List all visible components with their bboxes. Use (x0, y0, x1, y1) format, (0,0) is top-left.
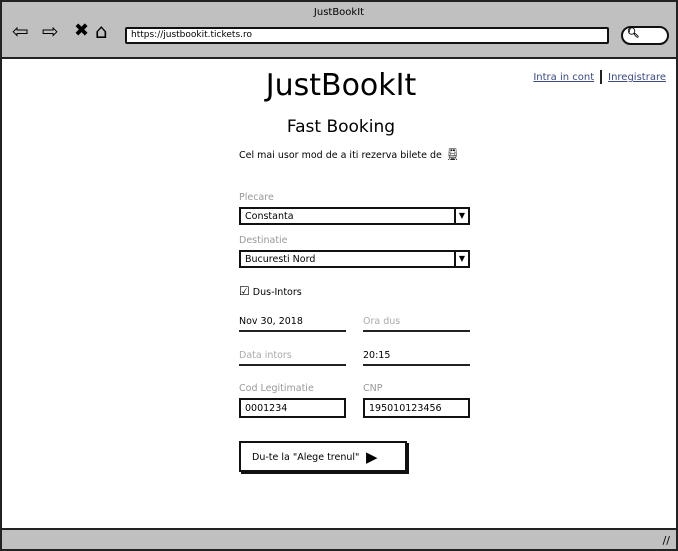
browser-toolbar: JustBookIt ⇦ ⇨ ✖ ⌂ https://justbookit.ti… (2, 2, 676, 59)
forward-icon[interactable]: ⇨ (42, 20, 59, 42)
chevron-down-icon[interactable]: ▼ (454, 252, 468, 266)
subtitle: Cel mai usor mod de a iti rezerva bilete… (239, 147, 460, 161)
departure-label: Plecare (239, 192, 274, 203)
round-trip-label: Dus-Intors (252, 287, 302, 298)
play-arrow-icon: ▶ (366, 448, 378, 466)
checkbox-checked-icon[interactable]: ☑ (239, 284, 250, 298)
round-trip-checkbox[interactable]: ☑ Dus-Intors (239, 284, 302, 298)
departure-time-input[interactable]: Ora dus (363, 316, 470, 332)
home-icon[interactable]: ⌂ (95, 20, 108, 42)
divider (600, 70, 603, 84)
departure-select[interactable]: Constanta ▼ (239, 207, 470, 225)
return-date-input[interactable]: Data intors (239, 350, 346, 366)
id-code-input[interactable]: 0001234 (239, 398, 346, 418)
browser-window: JustBookIt ⇦ ⇨ ✖ ⌂ https://justbookit.ti… (0, 0, 678, 551)
login-link[interactable]: Intra in cont (533, 72, 594, 83)
register-link[interactable]: Inregistrare (608, 72, 666, 83)
departure-value: Constanta (245, 211, 294, 222)
url-bar[interactable]: https://justbookit.tickets.ro (125, 27, 609, 44)
page-title: Fast Booking (286, 117, 396, 137)
status-bar: // (2, 528, 676, 549)
chevron-down-icon[interactable]: ▼ (454, 209, 468, 223)
return-time-input[interactable]: 20:15 (363, 350, 470, 366)
resize-grip-icon[interactable]: // (663, 534, 670, 547)
back-icon[interactable]: ⇦ (12, 20, 29, 42)
subtitle-text: Cel mai usor mod de a iti rezerva bilete… (239, 150, 442, 161)
destination-select[interactable]: Bucuresti Nord ▼ (239, 250, 470, 268)
cnp-input[interactable]: 195010123456 (363, 398, 470, 418)
account-links: Intra in cont Inregistrare (533, 70, 666, 84)
search-icon[interactable]: 🔍︎ (621, 26, 669, 45)
destination-label: Destinatie (239, 235, 288, 246)
destination-value: Bucuresti Nord (245, 254, 316, 265)
train-icon: 🚆︎ (444, 147, 461, 161)
close-icon[interactable]: ✖ (74, 20, 89, 42)
departure-date-input[interactable]: Nov 30, 2018 (239, 316, 346, 332)
button-label: Du-te la "Alege trenul" (252, 452, 360, 463)
choose-train-button[interactable]: Du-te la "Alege trenul" ▶ (239, 441, 407, 472)
window-title: JustBookIt (313, 7, 365, 18)
cnp-label: CNP (363, 383, 383, 394)
id-code-label: Cod Legitimatie (239, 383, 314, 394)
